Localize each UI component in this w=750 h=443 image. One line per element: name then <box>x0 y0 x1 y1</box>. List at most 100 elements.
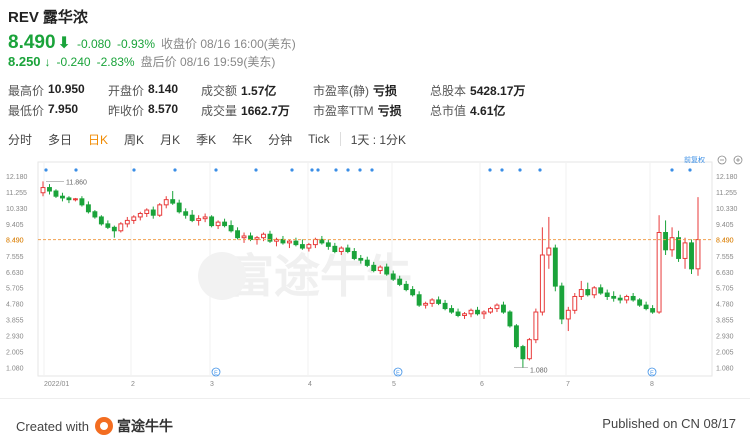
stat-high: 最高价 10.950 <box>8 81 85 98</box>
ticker-symbol: REV <box>8 9 39 26</box>
stat-prev-close: 昨收价 8.570 <box>108 101 179 118</box>
y-tick-label-right: 3.855 <box>716 318 734 325</box>
candlestick-chart[interactable]: 富途牛牛 12.180 12.180 11.255 11.255 10.330 10.330… <box>0 154 750 392</box>
x-tick-label: 7 <box>566 381 570 388</box>
event-dot <box>538 168 542 172</box>
candle-body <box>442 302 448 310</box>
candle-body <box>85 204 91 213</box>
tab-multi-day[interactable]: 多日 <box>40 131 80 148</box>
y-tick-label-right: 1.080 <box>716 366 734 373</box>
tab-daily-k[interactable]: 日K <box>80 131 116 148</box>
candle-body <box>565 309 571 320</box>
tab-1day-1min[interactable]: 1天 : 1分K <box>343 131 414 148</box>
watermark-text: 富途牛牛 <box>228 250 412 302</box>
after-hours-arrow-icon: ↓ <box>44 55 51 69</box>
after-hours-time-label: 盘后价 08/16 19:59(美东) <box>140 55 276 69</box>
tab-weekly-k[interactable]: 周K <box>116 131 152 148</box>
candle-body <box>358 257 364 261</box>
y-tick-label-left: 7.555 <box>6 254 24 261</box>
event-dot <box>310 168 314 172</box>
candle-body <box>591 287 597 296</box>
candle-body <box>345 247 351 253</box>
candle-body <box>377 266 383 272</box>
tab-intraday[interactable]: 分时 <box>0 131 40 148</box>
y-tick-label-right: 12.180 <box>716 174 738 181</box>
down-arrow-icon: ⬇ <box>57 35 71 52</box>
candle-body <box>60 195 65 199</box>
tab-quarterly-k[interactable]: 季K <box>188 131 224 148</box>
candle-body <box>604 292 610 297</box>
candle-body <box>79 198 85 206</box>
candle-body <box>312 238 318 246</box>
x-tick-label: 8 <box>650 381 654 388</box>
candle-body <box>325 242 331 247</box>
event-dot <box>74 168 78 172</box>
candle-body <box>572 295 578 311</box>
x-tick-label: 6 <box>480 381 484 388</box>
candle-body <box>189 214 195 221</box>
event-dot <box>670 168 674 172</box>
created-with: Created with 富途牛牛 <box>16 417 173 435</box>
event-dot <box>316 168 320 172</box>
y-tick-label-right: 5.705 <box>716 286 734 293</box>
candle-body <box>585 289 591 296</box>
y-tick-label-left: 2.930 <box>6 334 24 341</box>
event-dot <box>334 168 338 172</box>
candle-body <box>689 242 694 270</box>
y-tick-label-left: 4.780 <box>6 302 24 309</box>
event-dot <box>173 168 177 172</box>
tab-minute[interactable]: 分钟 <box>260 131 300 148</box>
stat-low: 最低价 7.950 <box>8 101 79 118</box>
candle-body <box>371 264 377 272</box>
candle-body <box>526 339 532 360</box>
price-row: 8.490 ⬇ -0.080 -0.93% 收盘价 08/16 16:00(美东… <box>8 32 302 54</box>
after-hours-change-pct: -2.83% <box>96 55 135 69</box>
y-tick-label-right: 11.255 <box>716 190 737 197</box>
candle-body <box>455 311 461 316</box>
after-hours-row: 8.250 ↓ -0.240 -2.83% 盘后价 08/16 19:59(美东… <box>8 53 281 70</box>
y-tick-label-left: 1.080 <box>6 366 24 373</box>
tab-monthly-k[interactable]: 月K <box>152 131 188 148</box>
candle-body <box>468 309 474 315</box>
candle-body <box>578 289 584 297</box>
candle-body <box>546 247 552 256</box>
candle-body <box>72 198 78 201</box>
candle-body <box>202 216 208 220</box>
event-dot <box>290 168 294 172</box>
after-hours-change: -0.240 <box>56 55 91 69</box>
tab-yearly-k[interactable]: 年K <box>224 131 260 148</box>
candle-body <box>228 225 234 232</box>
tab-divider <box>339 132 341 146</box>
candle-body <box>47 187 52 192</box>
candle-body <box>384 266 390 275</box>
stat-volume: 成交量 1662.7万 <box>201 103 290 118</box>
candle-body <box>552 247 558 287</box>
price-change-pct: -0.93% <box>116 37 156 51</box>
y-tick-label-right: 2.005 <box>716 350 734 357</box>
candle-body <box>150 209 156 216</box>
tab-tick[interactable]: Tick <box>300 132 338 146</box>
candle-body <box>338 247 344 253</box>
candle-body <box>351 251 357 259</box>
futu-logo-icon <box>94 417 113 435</box>
stat-pe-static: 市盈率(静) 亏损 <box>313 83 398 98</box>
candle-body <box>261 233 266 239</box>
candle-body <box>617 297 623 301</box>
stat-pe-ttm: 市盈率TTM 亏损 <box>313 103 402 118</box>
current-price: 8.490 <box>8 32 56 53</box>
candle-body <box>196 218 202 221</box>
candle-body <box>462 313 467 316</box>
candle-body <box>475 309 480 315</box>
header: REV 露华浓 <box>8 6 748 27</box>
y-tick-label-right: 7.555 <box>716 254 734 261</box>
event-dot <box>688 168 692 172</box>
candle-body <box>507 311 513 327</box>
candle-body <box>364 259 370 266</box>
candle-body <box>157 204 163 216</box>
candle-body <box>98 216 104 225</box>
price-change: -0.080 <box>76 37 111 51</box>
stat-shares: 总股本 5428.17万 <box>430 83 526 98</box>
candle-body <box>429 299 435 304</box>
candle-body <box>416 294 422 306</box>
candle-body <box>656 232 662 313</box>
